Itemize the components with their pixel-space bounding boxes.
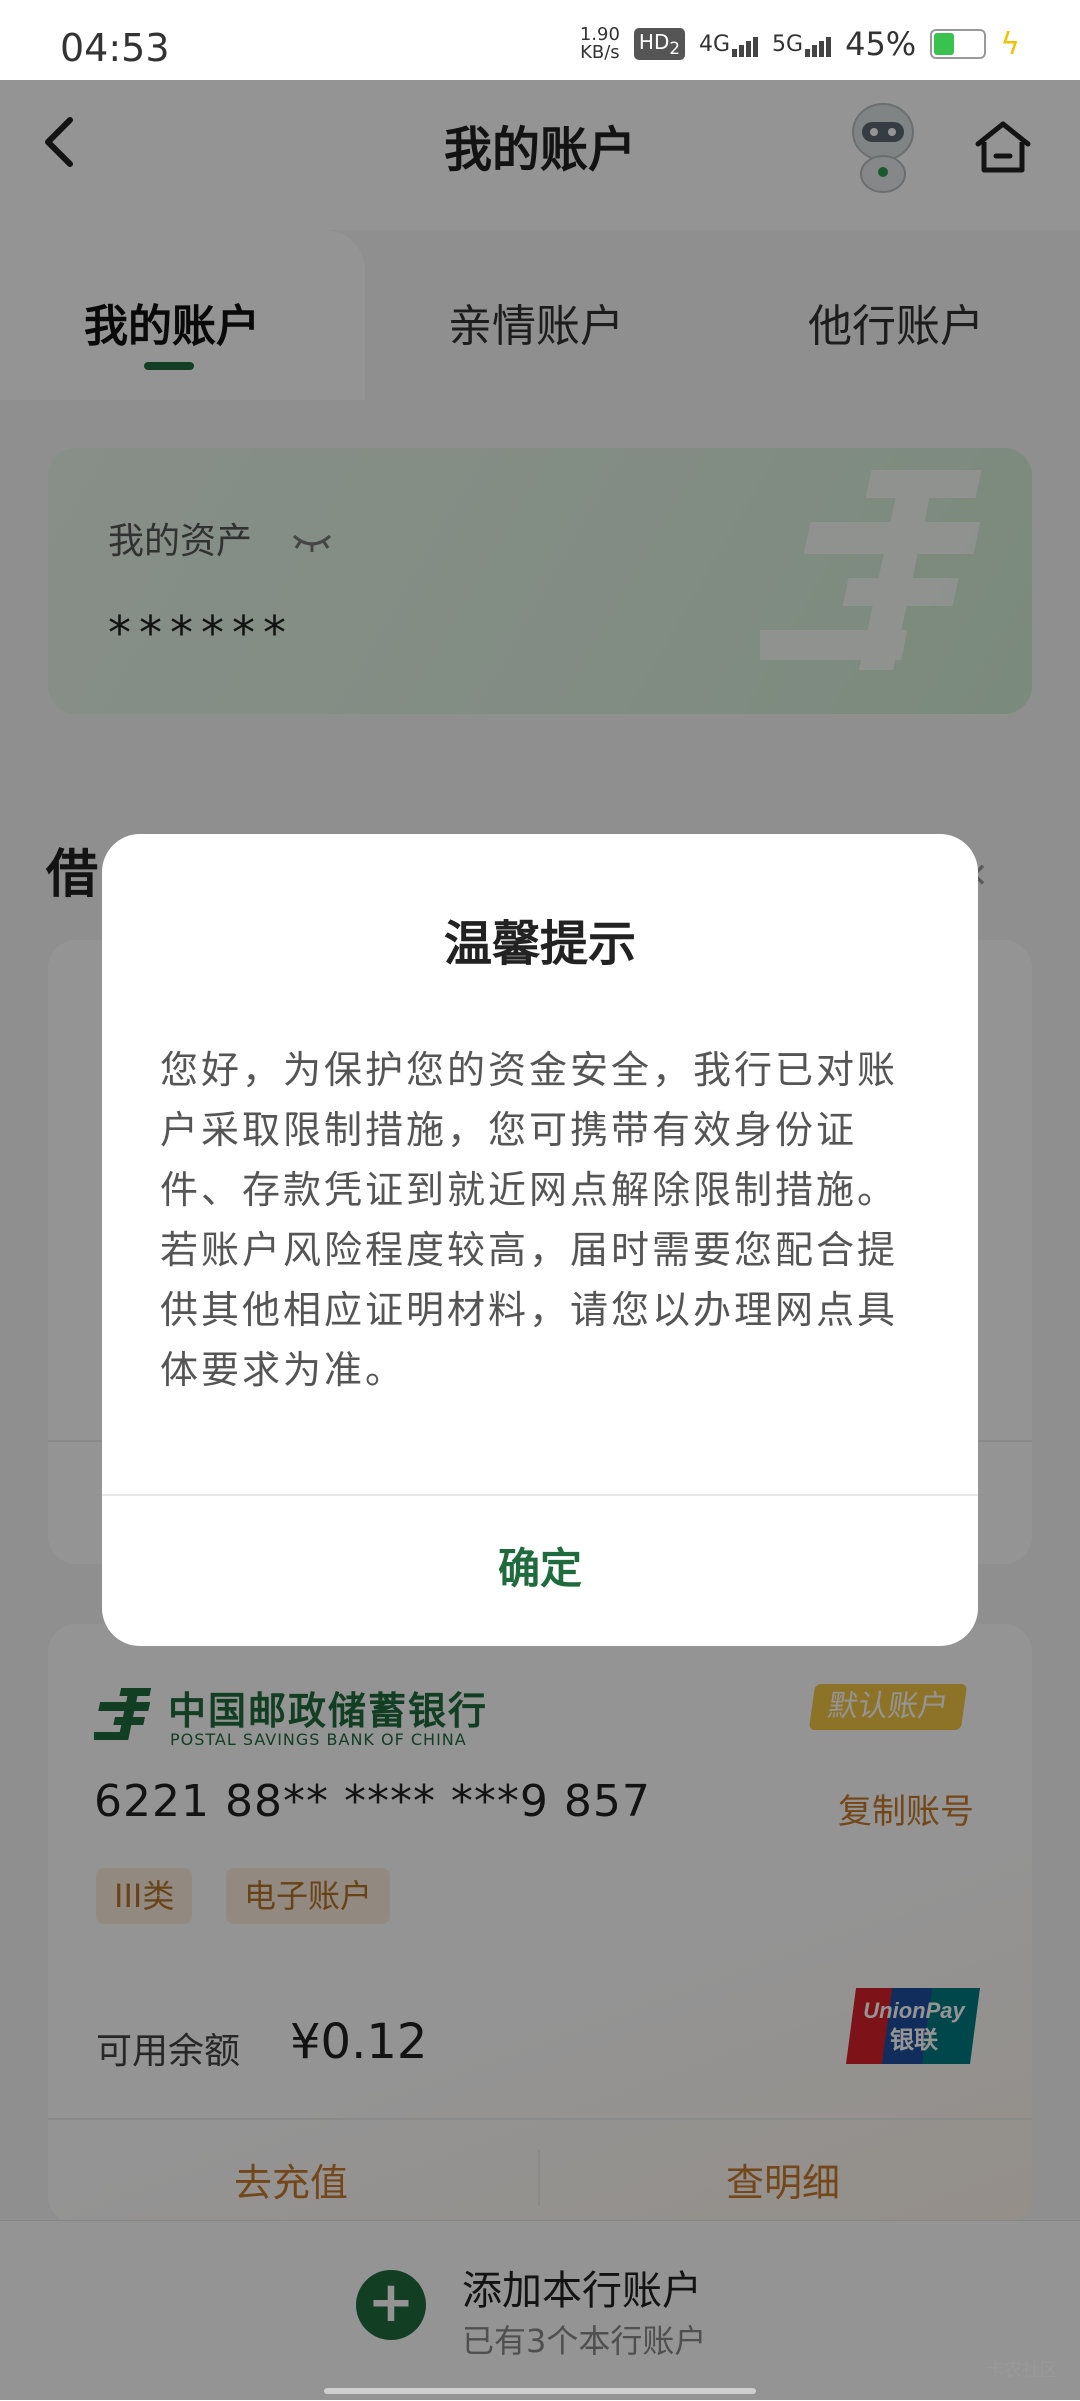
status-time: 04:53	[60, 26, 170, 70]
home-indicator[interactable]	[324, 2388, 756, 2394]
confirm-button[interactable]: 确定	[102, 1498, 978, 1646]
net-speed: 1.90 KB/s	[579, 24, 620, 63]
signal-4g-icon: 4G	[699, 32, 759, 57]
battery-icon	[930, 29, 987, 59]
hd-icon: HD2	[633, 28, 685, 60]
dialog-title: 温馨提示	[443, 916, 636, 972]
battery-percent: 45%	[845, 25, 917, 63]
signal-5g-icon: 5G	[772, 32, 832, 57]
charging-icon: ϟ	[1000, 26, 1020, 62]
dialog-message: 您好，为保护您的资金安全，我行已对账户采取限制措施，您可携带有效身份证件、存款凭…	[160, 1048, 899, 1392]
status-indicators: 1.90 KB/s HD2 4G 5G 45% ϟ	[580, 24, 1020, 64]
watermark-text: 卡农社区	[986, 2360, 1058, 2381]
divider	[102, 1494, 978, 1496]
